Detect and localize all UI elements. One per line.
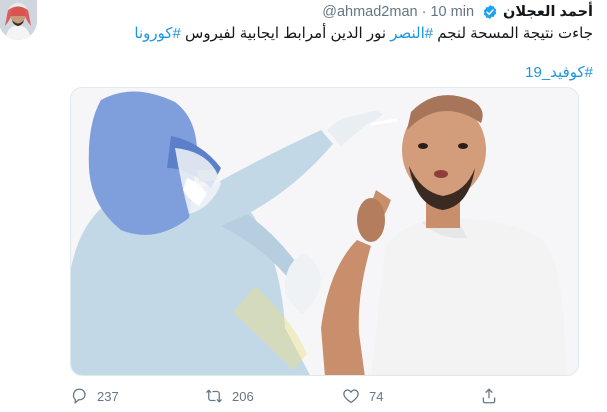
share-icon [482, 388, 496, 404]
retweet-button[interactable]: 206 [205, 387, 254, 405]
author-name[interactable]: أحمد العجلان [503, 4, 593, 20]
handle-and-time[interactable]: @ahmad2man · 10 min [322, 4, 474, 20]
separator-dot: · [421, 4, 427, 20]
share-button[interactable] [480, 387, 498, 405]
tweet-text-part1: جاءت نتيجة المسحة لنجم [433, 25, 593, 42]
retweet-count: 206 [232, 388, 254, 404]
tweet-time[interactable]: 10 min [430, 4, 474, 20]
retweet-icon [206, 389, 222, 403]
reply-button[interactable]: 237 [70, 387, 119, 405]
heart-icon [343, 389, 359, 404]
author-avatar[interactable] [0, 0, 37, 40]
like-button[interactable]: 74 [342, 387, 383, 405]
reply-count: 237 [97, 388, 119, 404]
tweet-header: أحمد العجلان @ahmad2man · 10 min [322, 0, 593, 24]
tweet-media-image[interactable] [70, 87, 579, 376]
tweet-actions: 237 206 74 [70, 384, 579, 408]
covid-test-photo [71, 88, 578, 375]
like-count: 74 [369, 388, 384, 404]
tweet-text-part2: نور الدين أمرابط ايجابية لفيروس [180, 25, 391, 42]
hashtag-covid-link[interactable]: #كوفيد_19 [525, 63, 593, 81]
author-handle[interactable]: @ahmad2man [322, 4, 417, 20]
tweet-card: أحمد العجلان @ahmad2man · 10 min جاءت نت… [0, 0, 607, 412]
verified-badge-icon [483, 5, 497, 19]
hashtag-corona-link[interactable]: #كورونا [134, 25, 180, 42]
hashtag-club-link[interactable]: #النصر [390, 25, 433, 42]
tweet-text: جاءت نتيجة المسحة لنجم #النصر نور الدين … [33, 23, 593, 45]
reply-icon [72, 388, 86, 405]
